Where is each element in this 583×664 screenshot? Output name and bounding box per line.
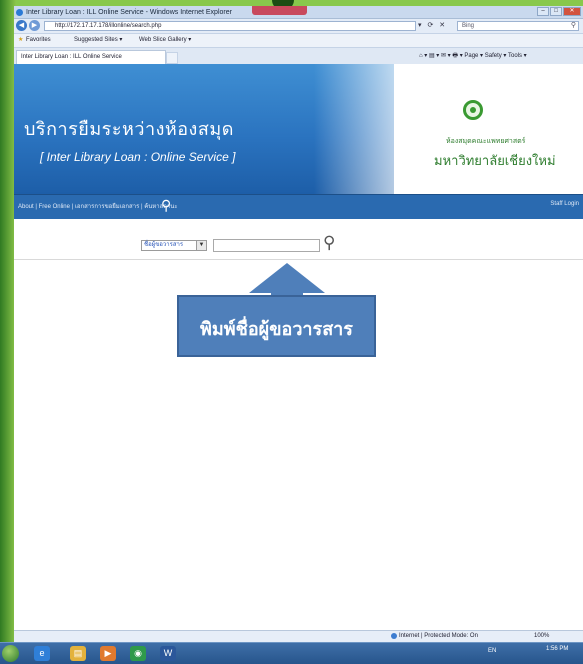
home-icon[interactable]: ⌂ xyxy=(419,53,423,59)
forward-button[interactable]: ▶ xyxy=(29,20,40,31)
library-name: ห้องสมุดคณะแพทยศาสตร์ xyxy=(446,138,526,145)
globe-icon xyxy=(391,633,397,639)
site-banner: บริการยืมระหว่างห้องสมุด [ Inter Library… xyxy=(14,64,583,194)
media-player-taskbar-icon[interactable]: ▶ xyxy=(100,646,116,661)
tab-title: Inter Library Loan : ILL Online Service xyxy=(21,54,122,60)
minimize-button[interactable]: – xyxy=(537,7,549,16)
window-controls: – □ ✕ xyxy=(537,7,581,16)
web-slice-gallery-link[interactable]: Web Slice Gallery ▾ xyxy=(139,34,191,47)
window-highlight xyxy=(252,6,307,15)
url-text: http://172.17.17.178/illonline/search.ph… xyxy=(55,23,162,29)
command-bar[interactable]: ⌂ ▾ ▤ ▾ ✉ ▾ 🖶 ▾ Page ▾ Safety ▾ Tools ▾ xyxy=(419,48,527,65)
ie-taskbar-icon[interactable]: e xyxy=(34,646,50,661)
close-button[interactable]: ✕ xyxy=(563,7,581,16)
window-title: Inter Library Loan : ILL Online Service … xyxy=(26,9,232,16)
browser-window: Inter Library Loan : ILL Online Service … xyxy=(14,6,583,643)
url-field[interactable]: http://172.17.17.178/illonline/search.ph… xyxy=(44,21,416,31)
back-button[interactable]: ◀ xyxy=(16,20,27,31)
site-title-english: [ Inter Library Loan : Online Service ] xyxy=(40,150,236,164)
clock[interactable]: 1:56 PM xyxy=(546,646,568,653)
address-bar: ◀ ▶ http://172.17.17.178/illonline/searc… xyxy=(14,19,583,34)
menu-search-icon[interactable]: ⚲ xyxy=(161,197,171,214)
instruction-callout: พิมพ์ชื่อผู้ขอวารสาร xyxy=(177,295,376,357)
word-taskbar-icon[interactable]: W xyxy=(160,646,176,661)
explorer-taskbar-icon[interactable]: ▤ xyxy=(70,646,86,661)
windows-taskbar: e ▤ ▶ ◉ W EN 1:56 PM xyxy=(0,642,583,664)
callout-arrow xyxy=(249,263,325,293)
callout-text: พิมพ์ชื่อผู้ขอวารสาร xyxy=(200,319,353,339)
university-name: มหาวิทยาลัยเชียงใหม่ xyxy=(434,153,556,168)
search-submit-icon[interactable]: ⚲ xyxy=(323,233,335,253)
site-menu-bar: About | Free Online | เอกสารการขอยืมเอกส… xyxy=(14,194,583,219)
security-zone: Internet | Protected Mode: On xyxy=(399,633,478,639)
library-logo-icon xyxy=(463,100,483,120)
favorites-button[interactable]: Favorites xyxy=(26,34,51,47)
search-icon[interactable]: ⚲ xyxy=(571,22,576,30)
refresh-stop-buttons[interactable]: ▾ ⟳ ✕ xyxy=(418,21,454,31)
start-button[interactable] xyxy=(2,645,19,662)
active-tab[interactable]: Inter Library Loan : ILL Online Service xyxy=(16,50,166,65)
search-placeholder: Bing xyxy=(462,23,475,29)
new-tab-button[interactable] xyxy=(166,52,178,64)
ie-icon xyxy=(16,9,23,16)
chrome-taskbar-icon[interactable]: ◉ xyxy=(130,646,146,661)
star-icon: ★ xyxy=(18,37,24,43)
chevron-down-icon[interactable]: ▼ xyxy=(196,241,206,250)
command-bar-menus[interactable]: Page ▾ Safety ▾ Tools ▾ xyxy=(464,53,526,59)
banner-fade xyxy=(314,64,434,194)
suggested-sites-link[interactable]: Suggested Sites ▾ xyxy=(74,34,122,47)
system-tray[interactable]: EN xyxy=(488,648,496,654)
search-query-input[interactable] xyxy=(213,239,320,252)
site-title-thai: บริการยืมระหว่างห้องสมุด xyxy=(24,119,234,139)
staff-login-link[interactable]: Staff Login xyxy=(550,201,579,207)
search-form: ชื่อผู้ขอวารสาร ▼ ⚲ xyxy=(14,219,583,260)
browser-search-input[interactable]: Bing ⚲ xyxy=(457,21,579,31)
zoom-level[interactable]: 100% xyxy=(534,633,549,639)
window-titlebar: Inter Library Loan : ILL Online Service … xyxy=(14,6,583,19)
menu-links[interactable]: About | Free Online | เอกสารการขอยืมเอกส… xyxy=(18,201,178,211)
search-field-selected: ชื่อผู้ขอวารสาร xyxy=(144,242,184,248)
maximize-button[interactable]: □ xyxy=(550,7,562,16)
search-field-select[interactable]: ชื่อผู้ขอวารสาร ▼ xyxy=(141,240,207,251)
favorites-bar: ★ Favorites Suggested Sites ▾ Web Slice … xyxy=(14,34,583,48)
